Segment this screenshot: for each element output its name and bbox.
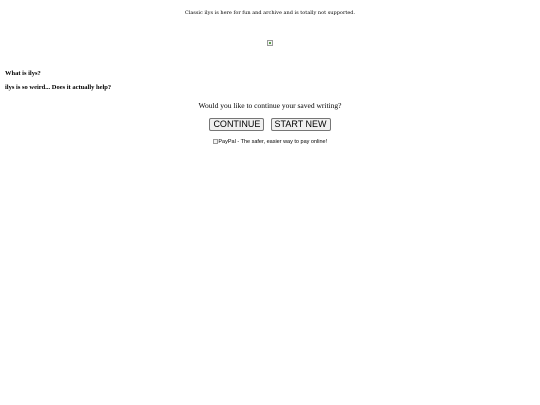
resume-prompt: Would you like to continue your saved wr…: [198, 101, 342, 110]
paypal-alt-text: PayPal - The safer, easier way to pay on…: [218, 139, 328, 145]
paypal-donate-button[interactable]: PayPal - The safer, easier way to pay on…: [0, 138, 540, 146]
faq-link-does-it-help[interactable]: ilys is so weird... Does it actually hel…: [5, 83, 111, 92]
logo-broken-image-icon: [267, 40, 273, 46]
resume-button-row: CONTINUE START NEW: [0, 118, 540, 137]
header-notice: Classic ilys is here for fun and archive…: [184, 10, 356, 16]
start-new-button[interactable]: START NEW: [270, 118, 331, 131]
continue-button[interactable]: CONTINUE: [209, 118, 265, 131]
faq-link-what-is-ilys[interactable]: What is ilys?: [5, 69, 41, 78]
